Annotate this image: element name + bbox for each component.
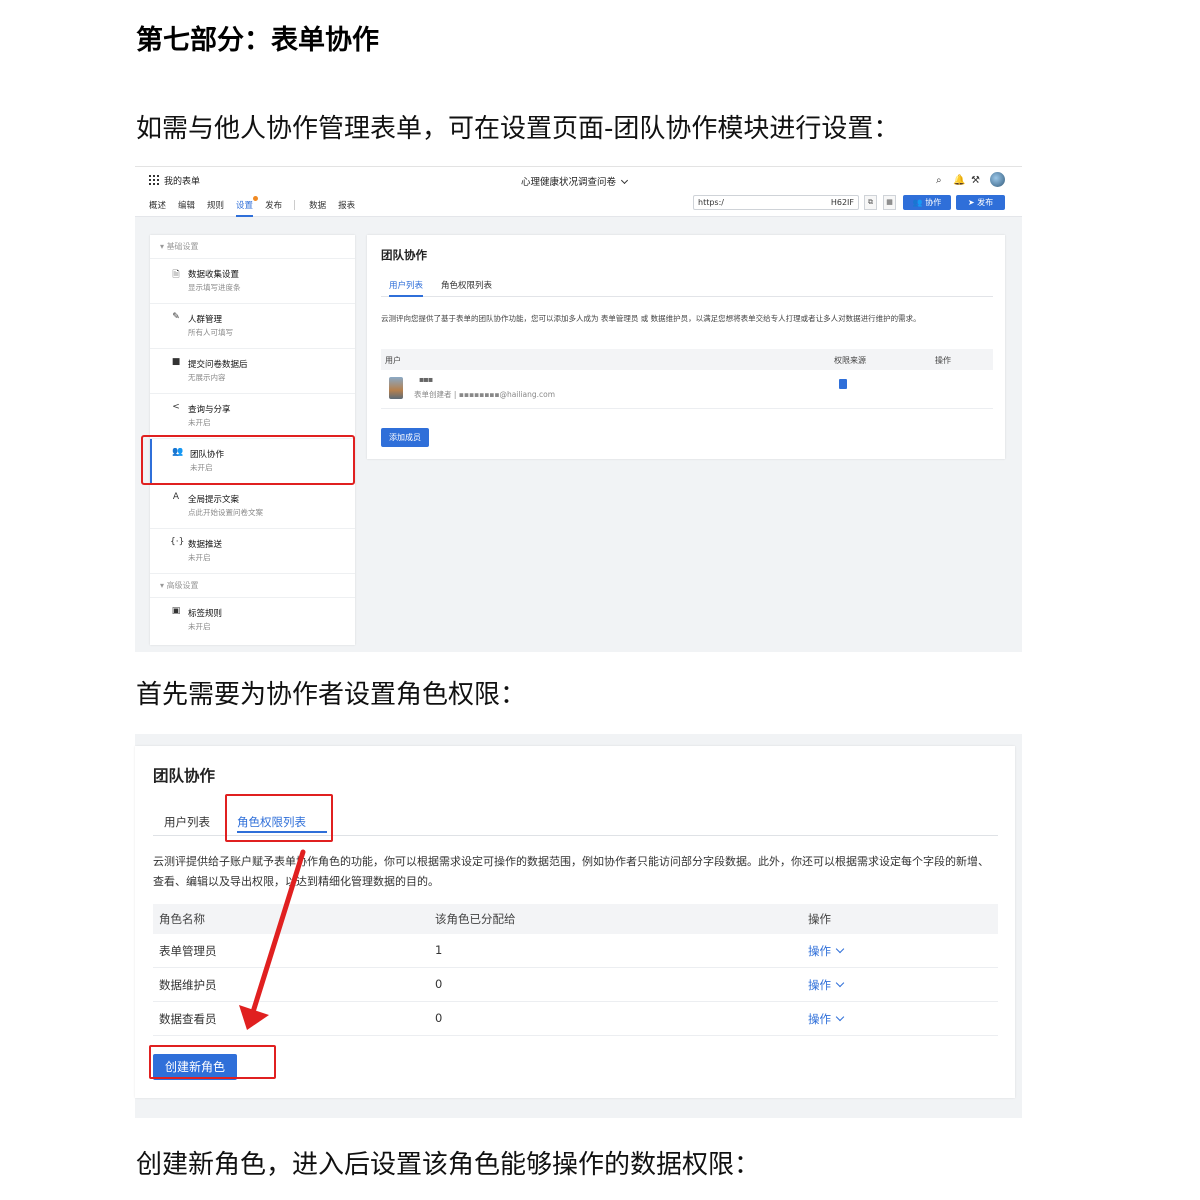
sidebar-item-data-push[interactable]: {·} 数据推送 未开启 [150, 529, 355, 574]
section-title: 第七部分：表单协作 [136, 25, 379, 56]
grid-icon[interactable] [149, 175, 159, 185]
tag-icon: ▣ [171, 606, 181, 616]
tab-user-list[interactable]: 用户列表 [164, 814, 210, 830]
nav-divider [294, 200, 296, 210]
tab-rules[interactable]: 规则 [207, 199, 224, 217]
avatar[interactable] [990, 172, 1005, 187]
row-action-dropdown[interactable]: 操作 [808, 1011, 845, 1027]
copy-icon[interactable]: ⧉ [864, 195, 877, 210]
sidebar-item-data-collection[interactable]: 🗎 数据收集设置 显示填写进度条 [150, 259, 355, 304]
user-role-email: 表单创建者 | ▪▪▪▪▪▪▪▪@hailiang.com [414, 390, 556, 399]
sidebar-item-audience[interactable]: ✎ 人群管理 所有人可填写 [150, 304, 355, 349]
sidebar-item-tag-rules[interactable]: ▣ 标签规则 未开启 [150, 598, 355, 643]
pen-icon: ✎ [172, 312, 180, 322]
step-paragraph: 首先需要为协作者设置角色权限： [136, 680, 527, 710]
group-advanced-settings[interactable]: ▾ 高级设置 [150, 574, 355, 598]
chevron-down-icon [835, 978, 845, 988]
search-icon[interactable]: ⌕ [936, 175, 942, 186]
collaborate-button[interactable]: 👥 协作 [903, 195, 951, 210]
highlight-box-team-collab [141, 435, 355, 485]
survey-title-dropdown[interactable]: 心理健康状况调查问卷 [521, 174, 629, 188]
users-icon: 👥 [912, 198, 923, 207]
font-icon: A [172, 492, 180, 502]
sidebar-item-after-submit[interactable]: ■ 提交问卷数据后 无展示内容 [150, 349, 355, 394]
square-icon: ■ [171, 357, 181, 367]
top-bar: 我的表单 概述 编辑 规则 设置 发布 数据 报表 心理健康状况调查问卷 ⌕ 🔔… [135, 167, 1022, 217]
add-member-button[interactable]: 添加成员 [381, 428, 429, 447]
my-forms-link[interactable]: 我的表单 [164, 174, 200, 187]
chevron-down-icon [835, 1012, 845, 1022]
sidebar-item-query-share[interactable]: < 查询与分享 未开启 [150, 394, 355, 439]
settings-screenshot: 我的表单 概述 编辑 规则 设置 发布 数据 报表 心理健康状况调查问卷 ⌕ 🔔… [135, 166, 1022, 652]
document-icon: 🗎 [172, 270, 180, 280]
nav-tabs: 概述 编辑 规则 设置 发布 数据 报表 [149, 196, 367, 217]
highlight-box-role-tab [225, 794, 333, 842]
card-title: 团队协作 [153, 767, 216, 785]
roles-screenshot: 团队协作 用户列表 角色权限列表 云测评提供给子账户赋予表单协作角色的功能，你可… [135, 734, 1022, 1118]
team-collab-panel: 团队协作 用户列表 角色权限列表 云测评向您提供了基于表单的团队协作功能，您可以… [367, 235, 1005, 459]
row-action-dropdown[interactable]: 操作 [808, 943, 845, 959]
highlight-box-create-role [149, 1045, 276, 1079]
chevron-down-icon [620, 176, 629, 185]
role-table: 角色名称 该角色已分配给 操作 表单管理员 1 操作 数据维护员 0 操作 数据… [153, 904, 998, 1036]
panel-tabs: 用户列表 角色权限列表 [381, 279, 993, 297]
card-description: 云测评提供给子账户赋予表单协作角色的功能，你可以根据需求设定可操作的数据范围，例… [153, 855, 989, 888]
qrcode-icon[interactable]: ▦ [883, 195, 896, 210]
group-basic-settings[interactable]: ▾ 基础设置 [150, 235, 355, 259]
notification-dot [253, 196, 259, 201]
user-avatar [389, 377, 403, 399]
tab-settings[interactable]: 设置 [236, 196, 259, 217]
tab-role-list[interactable]: 角色权限列表 [441, 279, 492, 291]
bell-icon[interactable]: 🔔 [953, 175, 965, 186]
tab-edit[interactable]: 编辑 [178, 199, 195, 217]
sidebar-item-global-text[interactable]: A 全局提示文案 点此开始设置问卷文案 [150, 484, 355, 529]
tab-publish[interactable]: 发布 [265, 199, 282, 217]
row-action-dropdown[interactable]: 操作 [808, 977, 845, 993]
share-icon: < [172, 402, 180, 412]
final-paragraph: 创建新角色，进入后设置该角色能够操作的数据权限： [136, 1150, 761, 1180]
send-icon: ➤ [967, 198, 975, 207]
table-row: 数据维护员 0 操作 [153, 968, 998, 1002]
user-name: ▪▪▪ [419, 375, 433, 384]
table-row: ▪▪▪ 表单创建者 | ▪▪▪▪▪▪▪▪@hailiang.com [381, 371, 993, 409]
publish-button[interactable]: ➤ 发布 [956, 195, 1005, 210]
tab-overview[interactable]: 概述 [149, 199, 166, 217]
panel-description: 云测评向您提供了基于表单的团队协作功能，您可以添加多人成为 表单管理员 或 数据… [381, 314, 921, 323]
share-url-field[interactable]: https:/H62IF [693, 195, 859, 210]
tab-data[interactable]: 数据 [309, 199, 326, 217]
tools-icon[interactable]: ⚒ [971, 175, 980, 186]
tab-report[interactable]: 报表 [338, 199, 355, 217]
panel-title: 团队协作 [381, 248, 427, 262]
tab-user-list[interactable]: 用户列表 [389, 279, 424, 297]
code-braces-icon: {·} [170, 537, 185, 547]
team-collab-card: 团队协作 用户列表 角色权限列表 云测评提供给子账户赋予表单协作角色的功能，你可… [135, 746, 1015, 1098]
user-table-header: 用户 权限来源 操作 [381, 349, 993, 370]
permission-source-icon [839, 379, 847, 389]
table-row: 表单管理员 1 操作 [153, 934, 998, 968]
table-row: 数据查看员 0 操作 [153, 1002, 998, 1036]
intro-paragraph: 如需与他人协作管理表单，可在设置页面-团队协作模块进行设置： [136, 114, 900, 144]
table-header: 角色名称 该角色已分配给 操作 [153, 904, 998, 934]
chevron-down-icon [835, 944, 845, 954]
